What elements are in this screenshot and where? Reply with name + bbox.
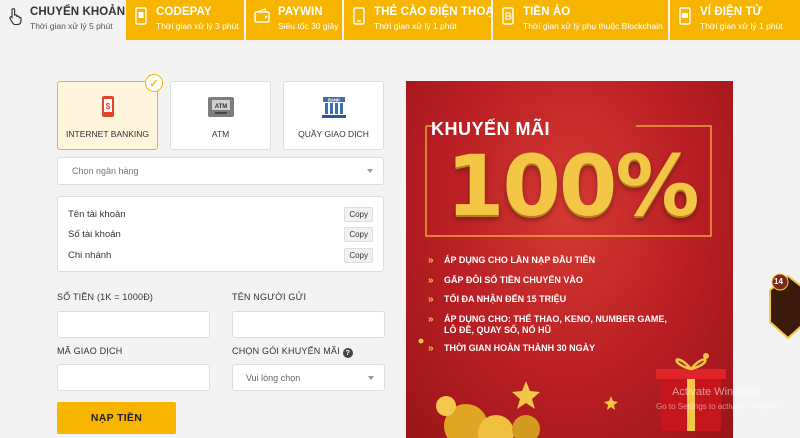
promo-bullet: » GẤP ĐÔI SỐ TIỀN CHUYỂN VÀO: [428, 275, 583, 286]
svg-text:BANK: BANK: [327, 97, 339, 102]
tab-title: CHUYỂN KHOẢN: [30, 6, 126, 18]
tab-subtitle: Siêu tốc 30 giây: [278, 21, 339, 31]
svg-text:$: $: [105, 102, 110, 111]
tab-vi-dien-tu[interactable]: VÍ ĐIỆN TỬ Thời gian xử lý 1 phút: [670, 0, 800, 40]
promo-label: CHỌN GÓI KHUYẾN MÃI: [232, 346, 340, 356]
transaction-code-label: MÃ GIAO DỊCH: [57, 346, 123, 356]
double-chevron-icon: »: [428, 275, 434, 286]
badge-count: 14: [774, 277, 783, 286]
double-chevron-icon: »: [428, 255, 434, 266]
chevron-down-icon: [368, 376, 374, 380]
tab-paywin[interactable]: PAYWIN Siêu tốc 30 giây: [246, 0, 342, 40]
transaction-code-input[interactable]: [57, 364, 210, 391]
bank-building-icon: BANK: [321, 95, 347, 119]
info-label: Tên tài khoản: [68, 208, 126, 220]
promo-bullet: » THỜI GIAN HOÀN THÀNH 30 NGÀY: [428, 343, 596, 354]
info-row-account-number: Số tài khoản Copy: [68, 226, 373, 242]
double-chevron-icon: »: [428, 294, 434, 305]
sender-name-input[interactable]: [232, 311, 385, 338]
bank-select-placeholder: Chọn ngân hàng: [72, 166, 139, 176]
copy-button[interactable]: Copy: [344, 206, 373, 222]
promo-select[interactable]: Vui lòng chọn: [232, 364, 385, 391]
tab-codepay[interactable]: CODEPAY Thời gian xử lý 3 phút: [126, 0, 244, 40]
windows-watermark: Activate Windows: [672, 386, 759, 398]
windows-watermark-sub: Go to Settings to activate Windows.: [656, 402, 783, 411]
mobile-bank-icon: $: [99, 95, 117, 119]
promo-bullet: » ÁP DỤNG CHO LẦN NẠP ĐẦU TIÊN: [428, 255, 596, 266]
double-chevron-icon: »: [428, 343, 434, 354]
double-chevron-icon: »: [428, 314, 434, 325]
tab-subtitle: Thời gian xử lý 1 phút: [374, 21, 457, 31]
svg-text:ATM: ATM: [214, 104, 227, 110]
method-label: ATM: [211, 129, 230, 139]
checkmark-icon: ✓: [145, 74, 163, 92]
bank-select[interactable]: Chọn ngân hàng: [57, 157, 384, 185]
promo-label-wrap: CHỌN GÓI KHUYẾN MÃI?: [232, 346, 353, 358]
copy-button[interactable]: Copy: [344, 247, 373, 263]
promo-bullet: » TỐI ĐA NHẬN ĐẾN 15 TRIỆU: [428, 294, 567, 305]
tab-the-cao[interactable]: THẺ CÀO ĐIỆN THOẠI Thời gian xử lý 1 phú…: [344, 0, 497, 40]
tab-title: PAYWIN: [278, 6, 323, 18]
promo-percentage: 100%: [446, 137, 700, 235]
info-label: Chi nhánh: [68, 249, 112, 261]
help-icon[interactable]: ?: [342, 347, 353, 358]
sender-label: TÊN NGƯỜI GỬI: [232, 292, 307, 302]
e-wallet-icon: [678, 7, 692, 25]
tab-title: THẺ CÀO ĐIỆN THOẠI: [374, 6, 498, 18]
tab-subtitle: Thời gian xử lý 1 phút: [700, 21, 783, 31]
tab-tien-ao[interactable]: TIỀN ẢO Thời gian xử lý phụ thuộc Blockc…: [493, 0, 668, 40]
floating-game-badge[interactable]: 14: [766, 272, 800, 342]
info-row-branch: Chi nhánh Copy: [68, 247, 373, 263]
method-atm[interactable]: ATM ATM: [170, 81, 271, 150]
deposit-button[interactable]: NẠP TIỀN: [57, 402, 176, 434]
promo-select-placeholder: Vui lòng chọn: [246, 372, 301, 383]
wallet-icon: [254, 7, 270, 25]
payment-tabs: CHUYỂN KHOẢN Thời gian xử lý 5 phút CODE…: [0, 0, 800, 40]
method-label: INTERNET BANKING: [66, 129, 149, 139]
tab-chuyen-khoan[interactable]: CHUYỂN KHOẢN Thời gian xử lý 5 phút: [0, 0, 126, 40]
tab-subtitle: Thời gian xử lý 5 phút: [30, 21, 113, 31]
tab-subtitle: Thời gian xử lý 3 phút: [156, 21, 239, 31]
account-info-box: Tên tài khoản Copy Số tài khoản Copy Chi…: [57, 196, 384, 272]
copy-button[interactable]: Copy: [344, 226, 373, 242]
hand-tap-icon: [8, 7, 22, 26]
amount-input[interactable]: [57, 311, 210, 338]
method-quay-giao-dich[interactable]: BANK QUẦY GIAO DỊCH: [283, 81, 384, 150]
method-internet-banking[interactable]: ✓ $ INTERNET BANKING: [57, 74, 163, 150]
phone-pay-icon: [134, 7, 148, 25]
method-label: QUẦY GIAO DỊCH: [298, 129, 369, 139]
promo-banner: KHUYẾN MÃI 100% » ÁP DỤNG CHO LẦN NẠP ĐẦU…: [406, 81, 733, 438]
phone-card-icon: [352, 7, 366, 25]
tab-subtitle: Thời gian xử lý phụ thuộc Blockchain: [523, 21, 663, 31]
amount-label: SỐ TIỀN (1K = 1000Đ): [57, 292, 154, 302]
tab-title: VÍ ĐIỆN TỬ: [700, 6, 763, 18]
info-label: Số tài khoản: [68, 228, 121, 240]
atm-icon: ATM: [207, 95, 235, 119]
tab-title: CODEPAY: [156, 6, 212, 18]
promo-bullet: » ÁP DỤNG CHO: THỂ THAO, KENO, NUMBER GAM…: [428, 314, 667, 335]
chevron-down-icon: [367, 169, 373, 173]
crypto-icon: [501, 7, 515, 25]
info-row-account-name: Tên tài khoản Copy: [68, 206, 373, 222]
tab-title: TIỀN ẢO: [523, 6, 571, 18]
